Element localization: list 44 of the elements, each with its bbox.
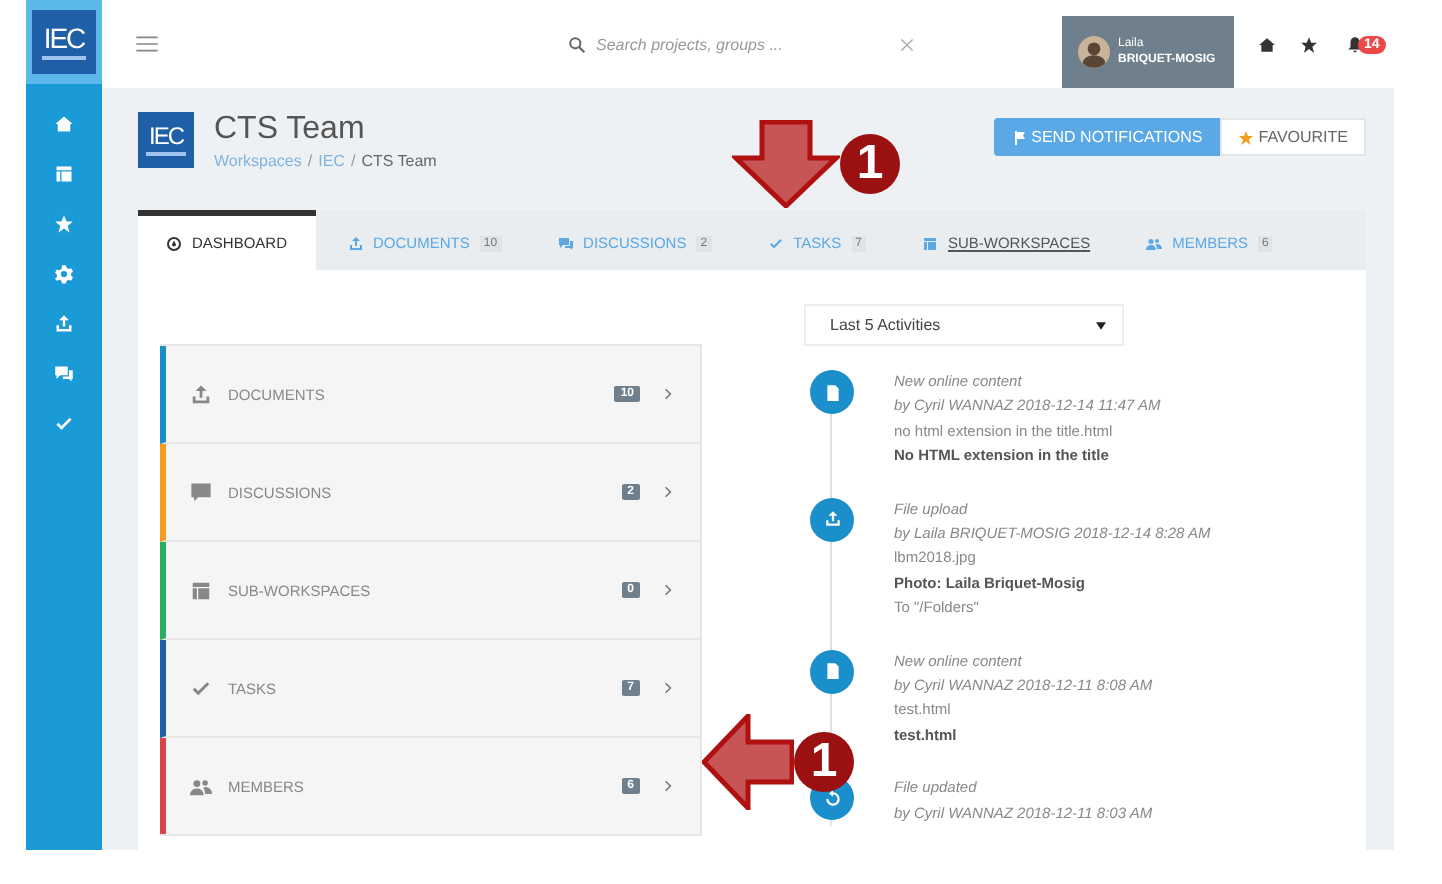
dashboard-icon	[166, 235, 182, 251]
comment-icon	[190, 481, 212, 503]
breadcrumb-separator: /	[350, 152, 356, 170]
table-icon	[190, 579, 212, 601]
menu-icon[interactable]	[136, 36, 158, 52]
check-icon	[190, 677, 212, 699]
upload-icon	[190, 383, 212, 405]
activity-icon	[810, 649, 854, 694]
star-icon	[1238, 129, 1255, 145]
people-icon	[1146, 235, 1163, 251]
chevron-icon	[664, 388, 672, 400]
activity-icon	[810, 370, 854, 414]
search-icon	[568, 35, 586, 53]
breadcrumb-separator: /	[307, 152, 313, 170]
star-icon[interactable]	[1300, 35, 1318, 53]
avatar-icon	[1078, 36, 1110, 68]
star-icon[interactable]	[54, 214, 74, 234]
chevron-icon	[664, 780, 672, 792]
home-icon[interactable]	[1258, 35, 1276, 53]
upload-icon	[347, 235, 364, 251]
activity-filter-dropdown[interactable]: Last 5 Activities	[804, 304, 1124, 346]
upload-icon[interactable]	[54, 314, 74, 334]
send-notifications-button[interactable]: SEND NOTIFICATIONS	[993, 118, 1221, 156]
check-icon	[767, 235, 784, 251]
table-icon[interactable]	[54, 164, 74, 184]
activity-icon	[810, 497, 854, 542]
flag-icon	[1011, 129, 1028, 145]
check-icon[interactable]	[54, 414, 74, 434]
settings-icon[interactable]	[54, 264, 74, 284]
chevron-icon	[664, 584, 672, 596]
logo[interactable]: IEC	[32, 10, 96, 74]
table-icon	[921, 235, 938, 251]
close-icon[interactable]	[900, 37, 914, 51]
caret-icon	[1096, 321, 1106, 329]
chevron-icon	[664, 682, 672, 694]
breadcrumb-current: CTS Team	[361, 152, 437, 170]
chat-icon	[557, 235, 574, 251]
chevron-icon	[664, 486, 672, 498]
workspace-title: CTS Team	[214, 112, 367, 148]
favourite-button[interactable]: FAVOURITE	[1220, 118, 1366, 156]
workspace-logo: IEC	[138, 112, 194, 168]
search-field[interactable]: Search projects, groups ...	[596, 35, 896, 53]
chat-icon[interactable]	[54, 364, 74, 384]
people-icon	[190, 775, 212, 797]
